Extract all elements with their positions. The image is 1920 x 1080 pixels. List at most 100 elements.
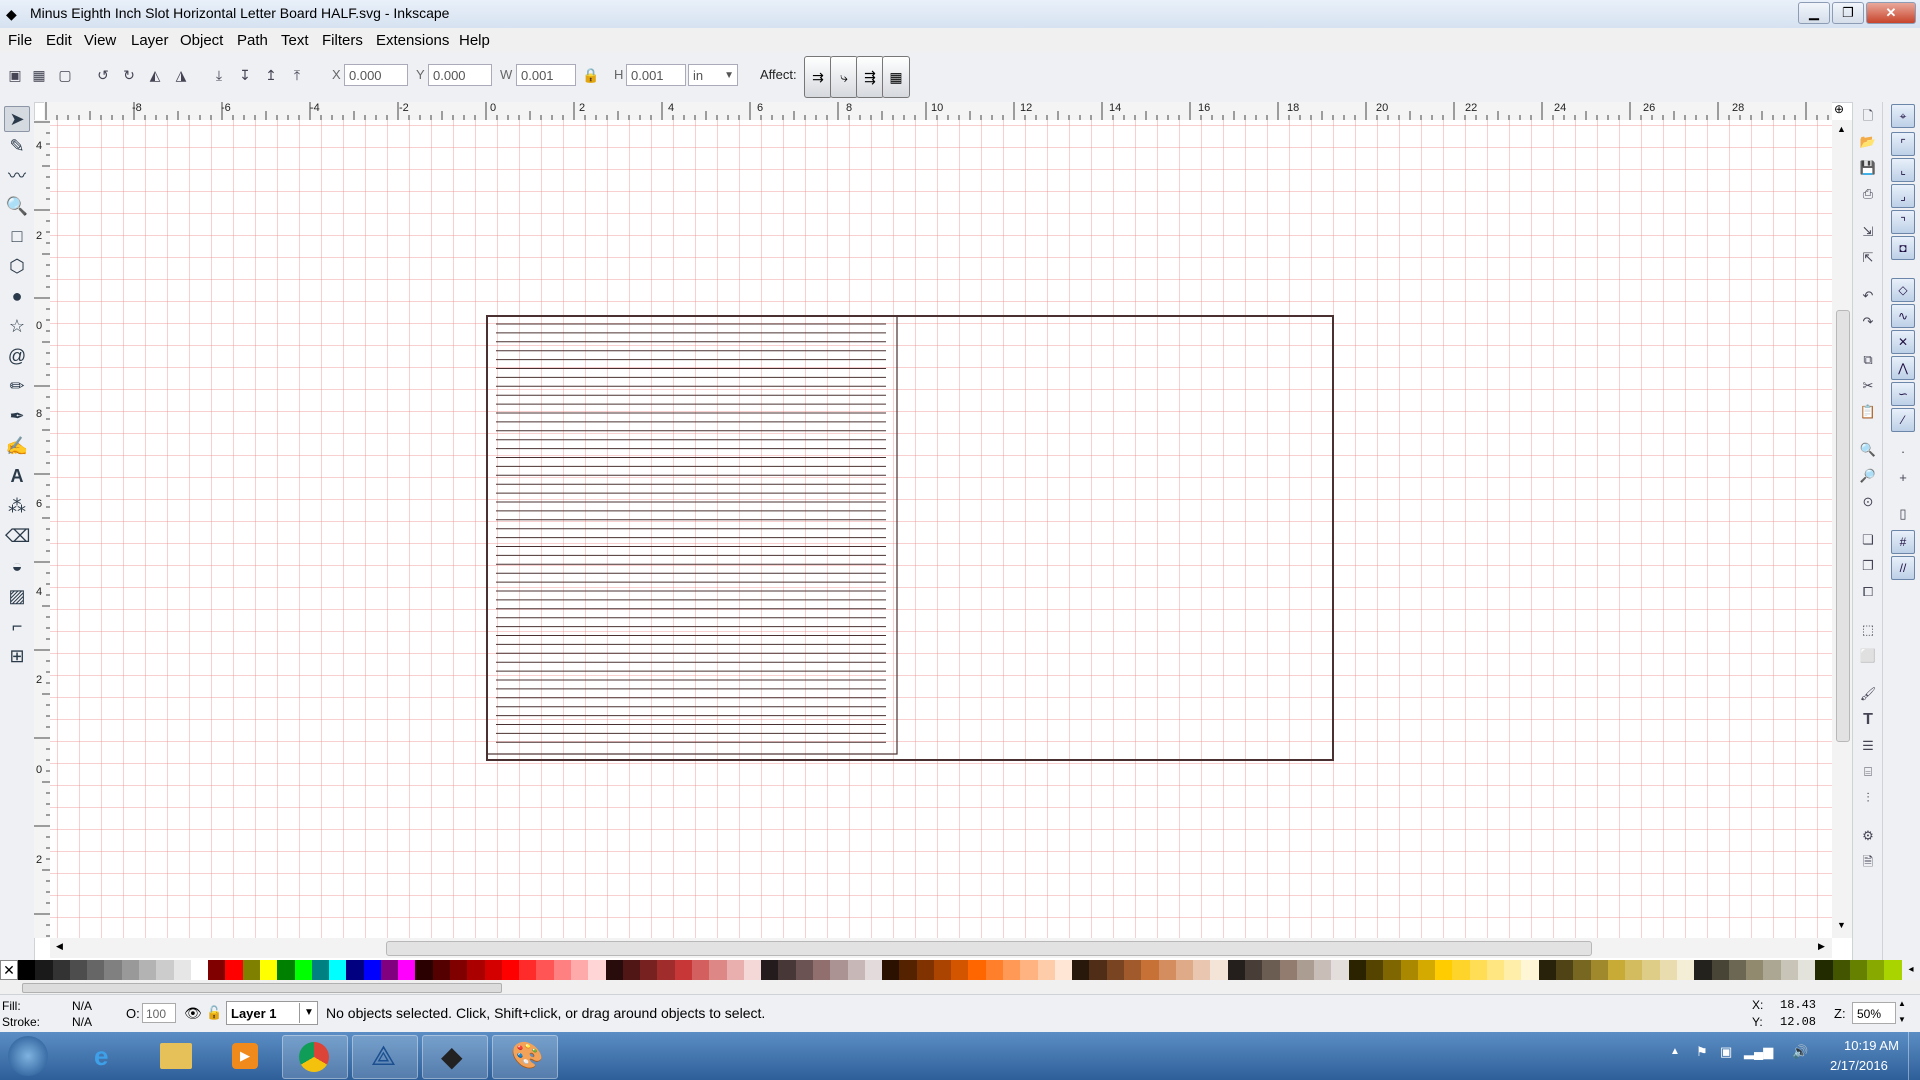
internet-explorer-icon[interactable]: e bbox=[74, 1035, 138, 1077]
color-swatch[interactable] bbox=[1296, 960, 1315, 980]
menu-path[interactable]: Path bbox=[237, 32, 268, 49]
color-swatch[interactable] bbox=[138, 960, 157, 980]
y-field[interactable]: 0.000 bbox=[428, 64, 492, 86]
menu-file[interactable]: File bbox=[8, 32, 32, 49]
color-swatch[interactable] bbox=[18, 960, 36, 980]
color-swatch[interactable] bbox=[277, 960, 295, 980]
paint-bucket-tool-icon[interactable]: ◒ bbox=[5, 554, 29, 578]
color-swatch[interactable] bbox=[1746, 960, 1764, 980]
zoom-drawing-icon[interactable]: 🔎 bbox=[1858, 466, 1878, 486]
start-orb-icon[interactable] bbox=[8, 1036, 48, 1076]
color-swatch[interactable] bbox=[190, 960, 209, 980]
color-swatch[interactable] bbox=[1849, 960, 1868, 980]
selector-tool-icon[interactable]: ➤ bbox=[4, 106, 30, 132]
color-swatch[interactable] bbox=[1797, 960, 1816, 980]
color-swatch[interactable] bbox=[363, 960, 381, 980]
color-swatch[interactable] bbox=[346, 960, 364, 980]
color-swatch[interactable] bbox=[1003, 960, 1021, 980]
raise-to-top-icon[interactable]: ⤒ bbox=[288, 66, 306, 84]
color-swatch[interactable] bbox=[1054, 960, 1073, 980]
color-swatch[interactable] bbox=[812, 960, 831, 980]
lower-to-bottom-icon[interactable]: ⤓ bbox=[210, 66, 228, 84]
color-swatch[interactable] bbox=[1106, 960, 1124, 980]
snap-bbox-midpoints-icon[interactable]: ⌝ bbox=[1891, 210, 1915, 234]
color-swatch[interactable] bbox=[1348, 960, 1366, 980]
star-tool-icon[interactable]: ☆ bbox=[5, 314, 29, 338]
scroll-down-icon[interactable]: ▼ bbox=[1837, 920, 1846, 930]
zoom-selection-icon[interactable]: 🔍 bbox=[1858, 440, 1878, 460]
print-icon[interactable]: ⎙ bbox=[1858, 184, 1878, 204]
color-swatch[interactable] bbox=[156, 960, 174, 980]
unlink-clone-icon[interactable]: ⧠ bbox=[1858, 582, 1878, 602]
color-swatch[interactable] bbox=[225, 960, 243, 980]
media-player-icon[interactable]: ▶ bbox=[212, 1035, 276, 1077]
snap-bbox-icon[interactable]: ⌜ bbox=[1891, 132, 1915, 156]
snap-guides-icon[interactable]: // bbox=[1891, 556, 1915, 580]
menu-text[interactable]: Text bbox=[281, 32, 309, 49]
color-swatch[interactable] bbox=[674, 960, 692, 980]
color-swatch[interactable] bbox=[52, 960, 70, 980]
minimize-button[interactable]: ▁ bbox=[1798, 2, 1830, 24]
color-swatch[interactable] bbox=[1556, 960, 1574, 980]
color-swatch[interactable] bbox=[951, 960, 969, 980]
palette-menu-icon[interactable]: ◂ bbox=[1902, 960, 1920, 980]
color-swatch[interactable] bbox=[1486, 960, 1505, 980]
unit-select[interactable]: in ▼ bbox=[688, 64, 738, 86]
new-document-icon[interactable]: 🗋 bbox=[1858, 106, 1878, 126]
color-swatch[interactable] bbox=[69, 960, 88, 980]
text-font-icon[interactable]: T bbox=[1858, 710, 1878, 730]
color-swatch[interactable] bbox=[847, 960, 865, 980]
file-explorer-icon[interactable] bbox=[144, 1035, 208, 1077]
connector-tool-icon[interactable]: ⊞ bbox=[5, 644, 29, 668]
color-swatch[interactable] bbox=[691, 960, 710, 980]
color-swatch[interactable] bbox=[173, 960, 191, 980]
menu-layer[interactable]: Layer bbox=[131, 32, 169, 49]
restore-button[interactable]: ❐ bbox=[1832, 2, 1864, 24]
tweak-tool-icon[interactable]: 〰 bbox=[5, 164, 29, 188]
color-swatch[interactable] bbox=[1832, 960, 1850, 980]
slot-lines[interactable] bbox=[496, 323, 886, 743]
device-icon[interactable]: ▣ bbox=[1720, 1044, 1732, 1060]
color-swatch[interactable] bbox=[1504, 960, 1522, 980]
drawing-canvas[interactable] bbox=[50, 120, 1832, 938]
zoom-corner-icon[interactable]: ⊕ bbox=[1834, 102, 1844, 116]
snap-intersections-icon[interactable]: ✕ bbox=[1891, 330, 1915, 354]
color-swatch[interactable] bbox=[1417, 960, 1436, 980]
color-swatch[interactable] bbox=[398, 960, 416, 980]
fill-value[interactable]: N/A bbox=[72, 999, 92, 1013]
color-swatch[interactable] bbox=[622, 960, 641, 980]
zoom-up-icon[interactable]: ▲ bbox=[1898, 999, 1906, 1008]
color-swatch[interactable] bbox=[450, 960, 468, 980]
ellipse-tool-icon[interactable]: ● bbox=[5, 284, 29, 308]
color-swatch[interactable] bbox=[985, 960, 1004, 980]
no-paint-swatch[interactable]: ✕ bbox=[0, 960, 18, 980]
color-swatch[interactable] bbox=[329, 960, 347, 980]
eraser-tool-icon[interactable]: ⌫ bbox=[5, 524, 30, 548]
color-swatch[interactable] bbox=[1711, 960, 1729, 980]
zoom-page-icon[interactable]: ⊙ bbox=[1858, 492, 1878, 512]
color-swatch[interactable] bbox=[571, 960, 589, 980]
dropper-tool-icon[interactable]: ⌐ bbox=[5, 614, 29, 638]
horizontal-scroll-thumb[interactable] bbox=[386, 941, 1592, 956]
scroll-up-icon[interactable]: ▲ bbox=[1837, 124, 1846, 134]
layer-lock-icon[interactable]: 🔓 bbox=[206, 1005, 222, 1021]
paint-icon[interactable]: 🎨 bbox=[492, 1035, 558, 1079]
color-swatch[interactable] bbox=[1141, 960, 1159, 980]
color-swatch[interactable] bbox=[864, 960, 883, 980]
lower-icon[interactable]: ↧ bbox=[236, 66, 254, 84]
horizontal-scrollbar[interactable]: ◀ ▶ bbox=[50, 938, 1832, 958]
color-swatch[interactable] bbox=[1210, 960, 1228, 980]
color-swatch[interactable] bbox=[501, 960, 520, 980]
color-swatch[interactable] bbox=[1642, 960, 1660, 980]
color-swatch[interactable] bbox=[1573, 960, 1591, 980]
snap-grid-icon[interactable]: # bbox=[1891, 530, 1915, 554]
color-swatch[interactable] bbox=[1884, 960, 1902, 980]
color-swatch[interactable] bbox=[1521, 960, 1539, 980]
color-swatch[interactable] bbox=[830, 960, 848, 980]
opacity-field[interactable]: 100 bbox=[142, 1003, 176, 1023]
snap-bbox-edges-icon[interactable]: ⌞ bbox=[1891, 158, 1915, 182]
xml-editor-icon[interactable]: ⌸ bbox=[1858, 762, 1878, 782]
color-swatch[interactable] bbox=[1694, 960, 1712, 980]
layer-selector[interactable]: Layer 1 ▼ bbox=[226, 1001, 318, 1025]
close-button[interactable]: ✕ bbox=[1866, 2, 1916, 24]
